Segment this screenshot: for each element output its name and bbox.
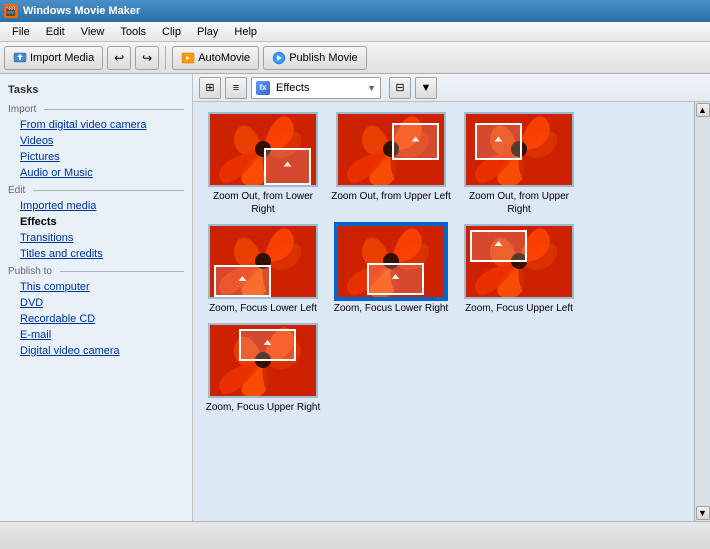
- app-title: Windows Movie Maker: [23, 5, 140, 17]
- content-toolbar: ⊞ ≡ fx Effects ▼ ⊟ ▼: [193, 74, 710, 102]
- publish-movie-button[interactable]: Publish Movie: [263, 46, 366, 70]
- sidebar-item-from-digital-video-camera[interactable]: From digital video camera: [0, 117, 192, 133]
- detail-view-button[interactable]: ≡: [225, 77, 247, 99]
- titlebar: 🎬 Windows Movie Maker: [0, 0, 710, 22]
- sidebar-item-effects[interactable]: Effects: [0, 214, 192, 230]
- effect-item-2[interactable]: Zoom Out, from Upper Right: [459, 112, 579, 216]
- menu-edit[interactable]: Edit: [38, 25, 73, 39]
- effect-item-1[interactable]: Zoom Out, from Upper Left: [331, 112, 451, 216]
- sidebar-item-videos[interactable]: Videos: [0, 133, 192, 149]
- effect-item-6[interactable]: Zoom, Focus Upper Right: [203, 323, 323, 414]
- menu-clip[interactable]: Clip: [154, 25, 189, 39]
- automovie-label: AutoMovie: [198, 52, 250, 64]
- menubar: File Edit View Tools Clip Play Help: [0, 22, 710, 42]
- statusbar: [0, 521, 710, 549]
- menu-tools[interactable]: Tools: [112, 25, 154, 39]
- effects-dropdown[interactable]: fx Effects ▼: [251, 77, 381, 99]
- automovie-button[interactable]: AutoMovie: [172, 46, 259, 70]
- toolbar: Import Media ↩ ↪ AutoMovie Publish Movie: [0, 42, 710, 74]
- effect-thumbnail-4: [336, 224, 446, 299]
- sidebar-item-email[interactable]: E-mail: [0, 327, 192, 343]
- scroll-up-button[interactable]: ▲: [696, 103, 710, 117]
- effect-label-2: Zoom Out, from Upper Right: [459, 190, 579, 216]
- dropdown-arrow-icon: ▼: [367, 83, 376, 93]
- effect-thumbnail-0: [208, 112, 318, 187]
- automovie-icon: [181, 51, 195, 65]
- sidebar-item-recordable-cd[interactable]: Recordable CD: [0, 311, 192, 327]
- menu-view[interactable]: View: [73, 25, 113, 39]
- publish-icon: [272, 51, 286, 65]
- effect-label-3: Zoom, Focus Lower Left: [209, 302, 317, 315]
- scroll-down-button[interactable]: ▼: [696, 506, 710, 520]
- publish-movie-label: Publish Movie: [289, 52, 357, 64]
- effect-label-1: Zoom Out, from Upper Left: [331, 190, 451, 203]
- sidebar-item-pictures[interactable]: Pictures: [0, 149, 192, 165]
- menu-help[interactable]: Help: [226, 25, 265, 39]
- import-section-header: Import: [0, 100, 192, 117]
- sidebar-item-transitions[interactable]: Transitions: [0, 230, 192, 246]
- sidebar-item-titles-and-credits[interactable]: Titles and credits: [0, 246, 192, 262]
- effect-thumbnail-6: [208, 323, 318, 398]
- redo-button[interactable]: ↪: [135, 46, 159, 70]
- menu-file[interactable]: File: [4, 25, 38, 39]
- import-icon: [13, 51, 27, 65]
- sidebar: Tasks Import From digital video camera V…: [0, 74, 193, 521]
- app-icon: 🎬: [4, 4, 18, 18]
- effects-grid: Zoom Out, from Lower Right Zoom Out, from…: [193, 102, 694, 521]
- publish-section-header: Publish to: [0, 262, 192, 279]
- sidebar-item-dvd[interactable]: DVD: [0, 295, 192, 311]
- content-area: ⊞ ≡ fx Effects ▼ ⊟ ▼ Zoom Out, from Lowe…: [193, 74, 710, 521]
- sidebar-item-digital-video-camera[interactable]: Digital video camera: [0, 343, 192, 359]
- grid-view-button[interactable]: ⊞: [199, 77, 221, 99]
- tasks-header: Tasks: [0, 80, 192, 100]
- edit-section-header: Edit: [0, 181, 192, 198]
- effect-item-5[interactable]: Zoom, Focus Upper Left: [459, 224, 579, 315]
- sidebar-item-imported-media[interactable]: Imported media: [0, 198, 192, 214]
- effect-item-0[interactable]: Zoom Out, from Lower Right: [203, 112, 323, 216]
- effect-label-5: Zoom, Focus Upper Left: [465, 302, 573, 315]
- sidebar-item-audio-or-music[interactable]: Audio or Music: [0, 165, 192, 181]
- effect-label-0: Zoom Out, from Lower Right: [203, 190, 323, 216]
- effect-thumbnail-2: [464, 112, 574, 187]
- menu-play[interactable]: Play: [189, 25, 226, 39]
- effect-item-3[interactable]: Zoom, Focus Lower Left: [203, 224, 323, 315]
- toolbar-separator: [165, 46, 166, 70]
- sidebar-item-this-computer[interactable]: This computer: [0, 279, 192, 295]
- main-area: Tasks Import From digital video camera V…: [0, 74, 710, 521]
- scrollbar[interactable]: ▲ ▼: [694, 102, 710, 521]
- effect-label-4: Zoom, Focus Lower Right: [334, 302, 449, 315]
- import-media-label: Import Media: [30, 52, 94, 64]
- effect-thumbnail-3: [208, 224, 318, 299]
- effect-thumbnail-5: [464, 224, 574, 299]
- effect-thumbnail-1: [336, 112, 446, 187]
- fx-icon: fx: [256, 81, 270, 95]
- undo-button[interactable]: ↩: [107, 46, 131, 70]
- effects-dropdown-label: Effects: [276, 82, 309, 94]
- sort-dropdown-button[interactable]: ▼: [415, 77, 437, 99]
- effect-label-6: Zoom, Focus Upper Right: [206, 401, 321, 414]
- import-media-button[interactable]: Import Media: [4, 46, 103, 70]
- effect-item-4[interactable]: Zoom, Focus Lower Right: [331, 224, 451, 315]
- sort-button[interactable]: ⊟: [389, 77, 411, 99]
